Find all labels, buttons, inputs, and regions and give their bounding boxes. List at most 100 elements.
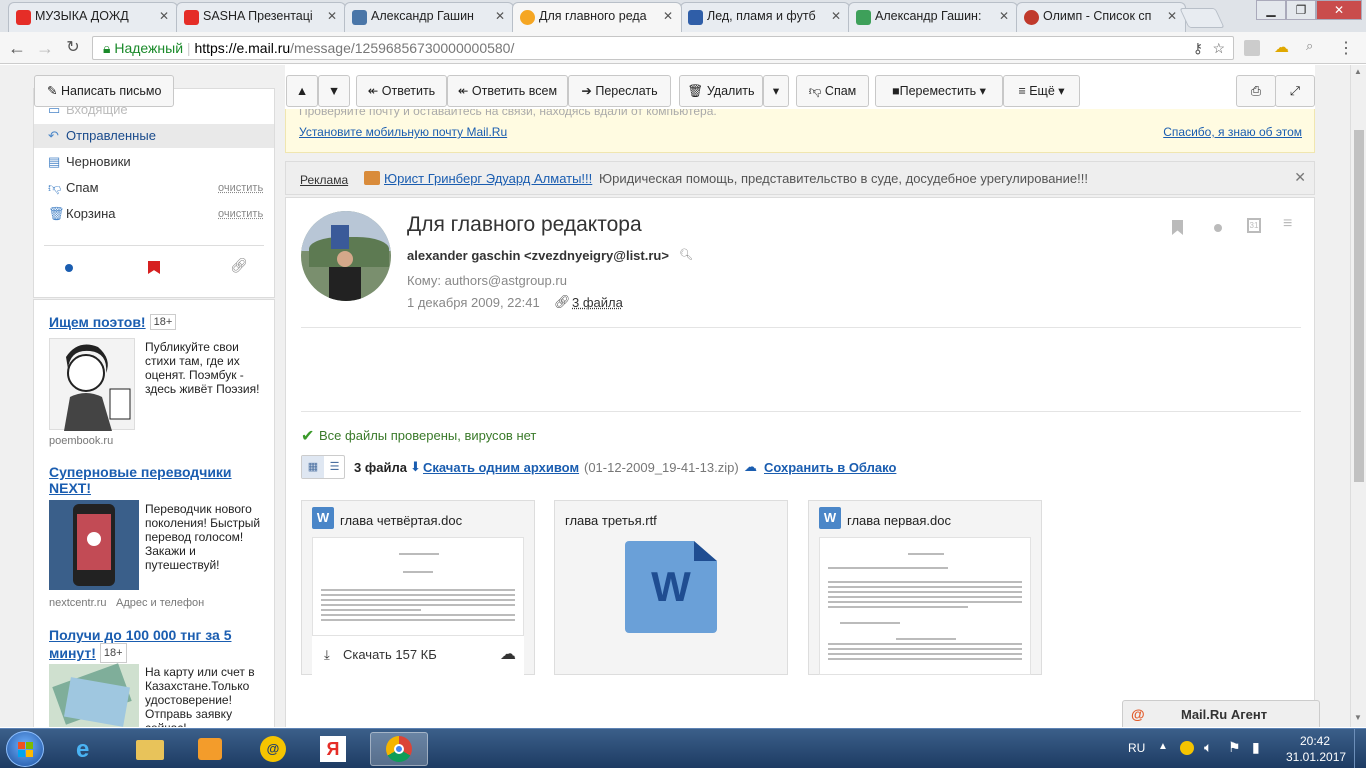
close-window-button[interactable]: ✕ <box>1316 0 1362 20</box>
ad-2-source[interactable]: nextcentr.ru <box>49 597 106 609</box>
minimize-button[interactable]: ▁ <box>1256 0 1286 20</box>
folder-drafts[interactable]: ▤ Черновики <box>48 151 131 173</box>
forward-button[interactable]: ➔ Переслать <box>568 75 671 107</box>
mailru-agent-icon[interactable]: @ <box>248 732 300 766</box>
search-icon[interactable]: 🔍︎ <box>679 248 693 261</box>
spam-button[interactable]: 👎︎ Спам <box>796 75 869 107</box>
scroll-down-icon[interactable]: ▼ <box>1354 713 1362 722</box>
ad-label[interactable]: Реклама <box>300 173 348 187</box>
agent-button[interactable]: @ Mail.Ru Агент <box>1122 700 1320 727</box>
clock-time[interactable]: 20:42 <box>1300 734 1330 748</box>
ad-2-image[interactable] <box>49 500 139 590</box>
close-icon[interactable]: ✕ <box>1294 169 1306 186</box>
search-icon[interactable]: ⌕ <box>1306 38 1313 54</box>
menu-icon[interactable]: ⋮ <box>1338 38 1354 58</box>
extension-icon[interactable] <box>1244 40 1260 56</box>
read-status-icon[interactable] <box>1214 224 1222 232</box>
prev-message-button[interactable]: ▲ <box>286 75 318 107</box>
ad-2-contacts[interactable]: Адрес и телефон <box>116 597 204 609</box>
browser-tab-4[interactable]: Для главного реда ✕ <box>512 2 682 32</box>
unread-filter-icon[interactable] <box>65 264 73 272</box>
close-icon[interactable]: ✕ <box>1167 9 1177 23</box>
attachment-card-3[interactable]: W глава первая.doc <box>808 500 1042 675</box>
clear-trash-link[interactable]: очистить <box>218 203 263 225</box>
explorer-icon[interactable] <box>124 732 176 766</box>
calendar-icon[interactable]: 31 <box>1247 218 1261 233</box>
folder-spam[interactable]: 👎︎ Спам очистить <box>48 177 268 199</box>
back-icon[interactable]: ← <box>6 38 28 58</box>
browser-tab-2[interactable]: SASHA Презентаці ✕ <box>176 2 346 32</box>
menu-icon[interactable]: ≡ <box>1283 215 1292 233</box>
expand-button[interactable]: ⤢ <box>1275 75 1315 107</box>
scroll-up-icon[interactable]: ▲ <box>1354 67 1362 76</box>
close-icon[interactable]: ✕ <box>831 9 841 23</box>
network-icon[interactable]: ▮ <box>1252 739 1260 756</box>
download-archive-link[interactable]: Скачать одним архивом <box>423 460 579 475</box>
next-message-button[interactable]: ▼ <box>318 75 350 107</box>
flag-filter-icon[interactable] <box>148 261 160 274</box>
save-to-cloud-link[interactable]: Сохранить в Облако <box>764 460 896 475</box>
ad-2-title[interactable]: Суперновые переводчики NEXT! <box>49 464 264 496</box>
attachment-filter-icon[interactable]: 🔗︎ <box>230 257 248 274</box>
flag-icon[interactable] <box>1172 220 1183 235</box>
ie-icon[interactable]: e <box>64 732 116 766</box>
forward-icon[interactable]: → <box>34 38 56 58</box>
more-button[interactable]: ≡ Ещё ▾ <box>1003 75 1080 107</box>
yandex-icon[interactable]: Я <box>308 732 360 766</box>
download-attachment-link[interactable]: Скачать 157 КБ <box>343 647 437 662</box>
cloud-save-icon[interactable]: ☁ <box>500 644 516 664</box>
clock-date[interactable]: 31.01.2017 <box>1286 750 1346 764</box>
reply-all-button[interactable]: ↞ Ответить всем <box>447 75 568 107</box>
compose-button[interactable]: ✎ Написать письмо <box>34 75 174 107</box>
reply-button[interactable]: ↞ Ответить <box>356 75 447 107</box>
delete-menu-button[interactable]: ▾ <box>763 75 789 107</box>
star-icon[interactable]: ☆ <box>1212 37 1225 59</box>
browser-tab-5[interactable]: Лед, пламя и футб ✕ <box>680 2 850 32</box>
language-indicator[interactable]: RU <box>1128 741 1145 755</box>
attachment-card-2[interactable]: глава третья.rtf W <box>554 500 788 675</box>
banner-link[interactable]: Установите мобильную почту Mail.Ru <box>299 125 507 139</box>
tray-expand-icon[interactable]: ▲ <box>1158 741 1168 752</box>
ad-3-title[interactable]: Получи до 100 000 тнг за 5 минут! 18+ <box>49 627 264 663</box>
ad-line-title[interactable]: Юрист Гринберг Эдуард Алматы!!! <box>384 171 592 186</box>
reload-icon[interactable]: ↻ <box>62 38 84 58</box>
show-desktop-button[interactable] <box>1354 729 1366 768</box>
scroll-thumb[interactable] <box>1354 130 1364 482</box>
media-player-icon[interactable] <box>184 732 236 766</box>
ad-1-source[interactable]: poembook.ru <box>49 435 113 447</box>
tray-app-icon[interactable] <box>1180 741 1194 755</box>
move-button[interactable]: ■Переместить ▾ <box>875 75 1003 107</box>
delete-button[interactable]: 🗑︎ Удалить <box>679 75 763 107</box>
close-icon[interactable]: ✕ <box>159 9 169 23</box>
folder-sent[interactable]: ↶ Отправленные <box>48 125 156 147</box>
close-icon[interactable]: ✕ <box>999 9 1009 23</box>
browser-tab-1[interactable]: МУЗЫКА ДОЖД ✕ <box>8 2 178 32</box>
ad-3-image[interactable] <box>49 663 139 727</box>
chrome-taskbar-button[interactable] <box>370 732 428 766</box>
clear-spam-link[interactable]: очистить <box>218 177 263 199</box>
volume-icon[interactable]: 🔈︎ <box>1204 739 1212 756</box>
ad-1-title[interactable]: Ищем поэтов! 18+ <box>49 314 177 330</box>
browser-tab-7[interactable]: Олимп - Список сп ✕ <box>1016 2 1186 32</box>
browser-tab-3[interactable]: Александр Гашин ✕ <box>344 2 514 32</box>
list-view-icon[interactable]: ☰ <box>324 456 345 478</box>
banner-dismiss-link[interactable]: Спасибо, я знаю об этом <box>1163 125 1302 139</box>
action-center-icon[interactable]: ⚑ <box>1228 739 1241 756</box>
scrollbar[interactable]: ▲ ▼ <box>1350 65 1366 727</box>
close-icon[interactable]: ✕ <box>663 9 673 23</box>
url-input[interactable]: 🔒︎ Надежный | https://e.mail.ru/message/… <box>92 36 1234 60</box>
weather-icon[interactable]: ☁ <box>1274 38 1289 56</box>
folder-trash[interactable]: 🗑︎Корзина очистить <box>48 203 268 225</box>
browser-tab-6[interactable]: Александр Гашин: ✕ <box>848 2 1018 32</box>
grid-view-icon[interactable]: ▦ <box>302 456 324 478</box>
attachments-link[interactable]: 3 файла <box>572 295 623 310</box>
download-icon[interactable]: ⤓ <box>324 647 330 663</box>
new-tab-button[interactable] <box>1179 8 1225 28</box>
key-icon[interactable]: ⚷ <box>1193 37 1203 59</box>
sender[interactable]: alexander gaschin <zvezdnyeigry@list.ru> <box>407 248 669 263</box>
attachment-card-1[interactable]: W глава четвёртая.doc ⤓ Скачать 157 КБ ☁ <box>301 500 535 675</box>
maximize-button[interactable]: ❐ <box>1286 0 1316 20</box>
start-button[interactable] <box>6 731 44 767</box>
close-icon[interactable]: ✕ <box>495 9 505 23</box>
ad-1-image[interactable] <box>49 338 135 431</box>
